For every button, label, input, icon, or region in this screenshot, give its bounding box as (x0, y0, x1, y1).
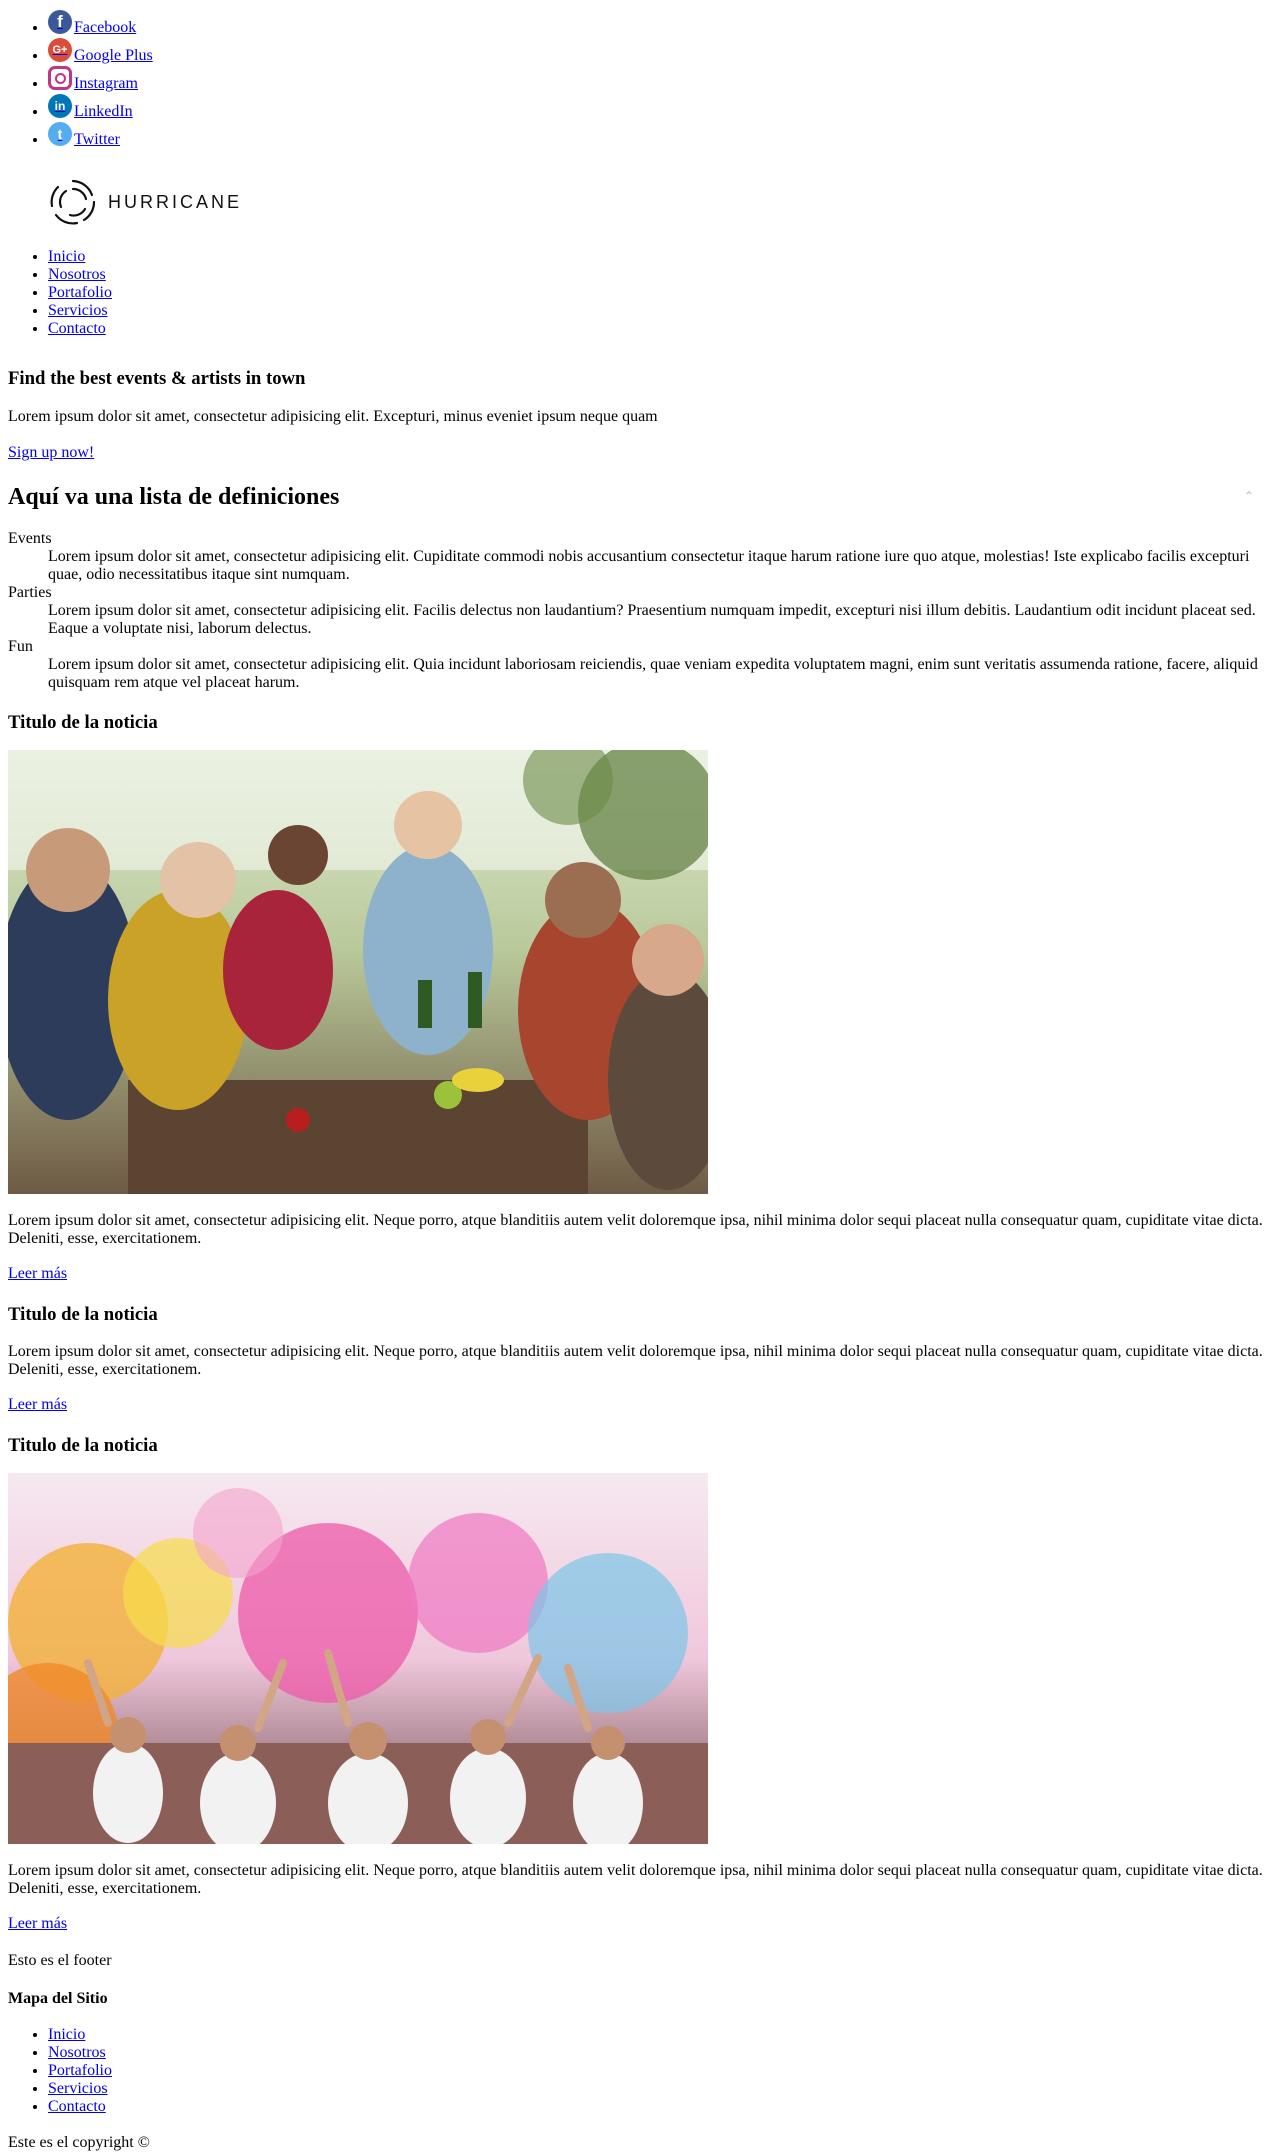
instagram-icon (48, 66, 72, 90)
google-plus-icon: G+ (48, 38, 72, 62)
social-item-twitter: t Twitter (48, 122, 1268, 154)
definition-term: Events (8, 529, 52, 547)
definition-desc: Lorem ipsum dolor sit amet, consectetur … (48, 655, 1258, 691)
facebook-icon: f (48, 10, 72, 34)
facebook-label: Facebook (74, 19, 137, 36)
social-links: f Facebook G+ Google Plus Instagram in L… (8, 0, 1268, 154)
definitions-title: Aquí va una lista de definiciones (8, 484, 340, 511)
news-title: Titulo de la noticia (8, 1303, 158, 1325)
logo: HURRICANE (48, 172, 1268, 232)
news-text: Lorem ipsum dolor sit amet, consectetur … (8, 1343, 1263, 1379)
footer-link-nosotros[interactable]: Nosotros (48, 2044, 106, 2061)
nav-link-portafolio[interactable]: Portafolio (48, 284, 112, 301)
news-text: Lorem ipsum dolor sit amet, consectetur … (8, 1212, 1263, 1248)
definition-term: Parties (8, 583, 52, 601)
hero-text: Lorem ipsum dolor sit amet, consectetur … (8, 407, 658, 425)
footer-text: Esto es el footer (8, 1951, 112, 1969)
footer-nav-item: Nosotros (48, 2044, 1268, 2062)
nav-link-inicio[interactable]: Inicio (48, 248, 85, 265)
nav-item: Inicio (48, 248, 1268, 266)
read-more-link[interactable]: Leer más (8, 1915, 1268, 1933)
definition-desc: Lorem ipsum dolor sit amet, consectetur … (48, 547, 1250, 583)
nav-link-servicios[interactable]: Servicios (48, 302, 108, 319)
footer-nav-item: Servicios (48, 2080, 1268, 2098)
footer-nav: Inicio Nosotros Portafolio Servicios Con… (8, 2026, 1268, 2116)
definition-list: Events Lorem ipsum dolor sit amet, conse… (8, 530, 1268, 692)
footer-nav-item: Inicio (48, 2026, 1268, 2044)
news-title: Titulo de la noticia (8, 1434, 158, 1456)
nav-link-contacto[interactable]: Contacto (48, 320, 106, 337)
read-more-link[interactable]: Leer más (8, 1396, 1268, 1414)
nav-item: Contacto (48, 320, 1268, 338)
copyright: Este es el copyright © (8, 2134, 150, 2152)
news-image-color-festival (8, 1473, 708, 1845)
scroll-up-icon[interactable]: ⌃ (1244, 489, 1254, 504)
footer-link-inicio[interactable]: Inicio (48, 2026, 85, 2043)
definition-desc: Lorem ipsum dolor sit amet, consectetur … (48, 601, 1256, 637)
google-plus-label: Google Plus (74, 47, 153, 64)
nav-link-nosotros[interactable]: Nosotros (48, 266, 106, 283)
nav-item: Nosotros (48, 266, 1268, 284)
twitter-label: Twitter (74, 131, 120, 148)
nav-item: Servicios (48, 302, 1268, 320)
hurricane-logo-icon (50, 179, 96, 225)
logo-text: HURRICANE (108, 191, 243, 212)
twitter-link[interactable]: t Twitter (48, 122, 120, 154)
news-image-picnic (8, 750, 708, 1195)
sitemap-title: Mapa del Sitio (8, 1989, 108, 2007)
instagram-label: Instagram (74, 75, 138, 92)
social-item-google-plus: G+ Google Plus (48, 38, 1268, 70)
social-item-facebook: f Facebook (48, 10, 1268, 42)
footer-link-portafolio[interactable]: Portafolio (48, 2062, 112, 2079)
news-text: Lorem ipsum dolor sit amet, consectetur … (8, 1862, 1263, 1898)
twitter-icon: t (48, 122, 72, 146)
news-title: Titulo de la noticia (8, 711, 158, 733)
nav-item: Portafolio (48, 284, 1268, 302)
linkedin-label: LinkedIn (74, 103, 133, 120)
signup-link[interactable]: Sign up now! (8, 444, 1268, 462)
definition-term: Fun (8, 637, 33, 655)
footer-nav-item: Contacto (48, 2098, 1268, 2116)
main-nav: Inicio Nosotros Portafolio Servicios Con… (8, 248, 1268, 338)
footer-link-contacto[interactable]: Contacto (48, 2098, 106, 2115)
linkedin-icon: in (48, 94, 72, 118)
footer-link-servicios[interactable]: Servicios (48, 2080, 108, 2097)
social-item-instagram: Instagram (48, 66, 1268, 98)
footer-nav-item: Portafolio (48, 2062, 1268, 2080)
social-item-linkedin: in LinkedIn (48, 94, 1268, 126)
read-more-link[interactable]: Leer más (8, 1265, 1268, 1283)
hero-title: Find the best events & artists in town (8, 368, 306, 389)
